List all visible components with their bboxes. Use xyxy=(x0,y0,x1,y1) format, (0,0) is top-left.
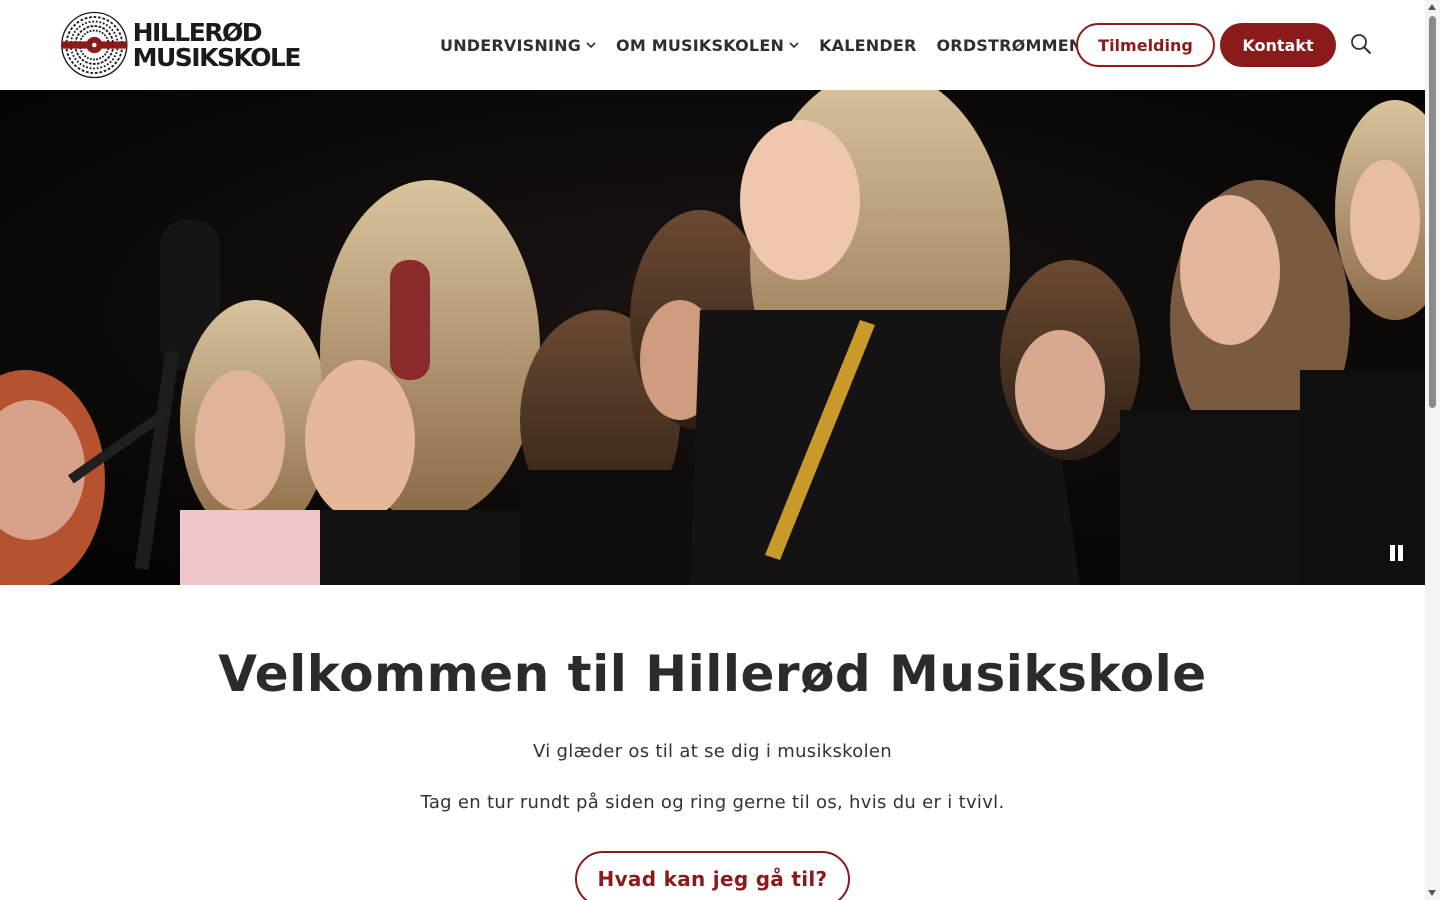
logo-line-1: HILLERØD xyxy=(132,18,263,47)
hero-photo-choir xyxy=(0,90,1425,585)
page-scrollbar[interactable] xyxy=(1425,0,1440,900)
nav-item-label: UNDERVISNING xyxy=(440,35,582,55)
contact-button[interactable]: Kontakt xyxy=(1220,23,1336,67)
hero-slideshow xyxy=(0,90,1425,585)
nav-item-label: OM MUSIKSKOLEN xyxy=(616,35,785,55)
chevron-down-icon xyxy=(586,40,596,50)
nav-item-label: KALENDER xyxy=(819,35,917,55)
logo-record-icon xyxy=(61,11,128,79)
welcome-text-2: Tag en tur rundt på siden og ring gerne … xyxy=(420,792,1005,813)
welcome-title: Velkommen til Hillerød Musikskole xyxy=(218,645,1207,703)
welcome-section: Velkommen til Hillerød Musikskole Vi glæ… xyxy=(0,585,1425,900)
signup-button[interactable]: Tilmelding xyxy=(1076,23,1215,67)
chevron-down-icon xyxy=(789,40,799,50)
pause-icon[interactable] xyxy=(1389,545,1405,563)
logo-wordmark: HILLERØD MUSIKSKOLE xyxy=(132,18,302,72)
logo-line-2: MUSIKSKOLE xyxy=(132,43,302,72)
site-logo[interactable]: HILLERØD MUSIKSKOLE xyxy=(60,6,302,84)
scrollbar-thumb[interactable] xyxy=(1429,16,1436,408)
search-icon[interactable] xyxy=(1350,33,1372,55)
nav-item-undervisning[interactable]: UNDERVISNING xyxy=(440,36,596,55)
scroll-up-arrow-icon[interactable] xyxy=(1428,4,1436,10)
nav-item-kalender[interactable]: KALENDER xyxy=(819,36,916,55)
page: HILLERØD MUSIKSKOLE UNDERVISNING OM MUSI… xyxy=(0,0,1425,900)
scroll-down-arrow-icon[interactable] xyxy=(1428,890,1436,896)
nav-item-om-musikskolen[interactable]: OM MUSIKSKOLEN xyxy=(616,36,799,55)
nav-item-label: ORDSTRØMMEN xyxy=(936,35,1083,55)
main-nav: UNDERVISNING OM MUSIKSKOLEN KALENDER ORD… xyxy=(440,30,1102,60)
what-can-i-attend-button[interactable]: Hvad kan jeg gå til? xyxy=(575,851,850,900)
nav-item-ordstrommen[interactable]: ORDSTRØMMEN xyxy=(937,36,1083,55)
welcome-text-1: Vi glæder os til at se dig i musikskolen xyxy=(533,741,892,762)
site-header: HILLERØD MUSIKSKOLE UNDERVISNING OM MUSI… xyxy=(0,0,1425,90)
